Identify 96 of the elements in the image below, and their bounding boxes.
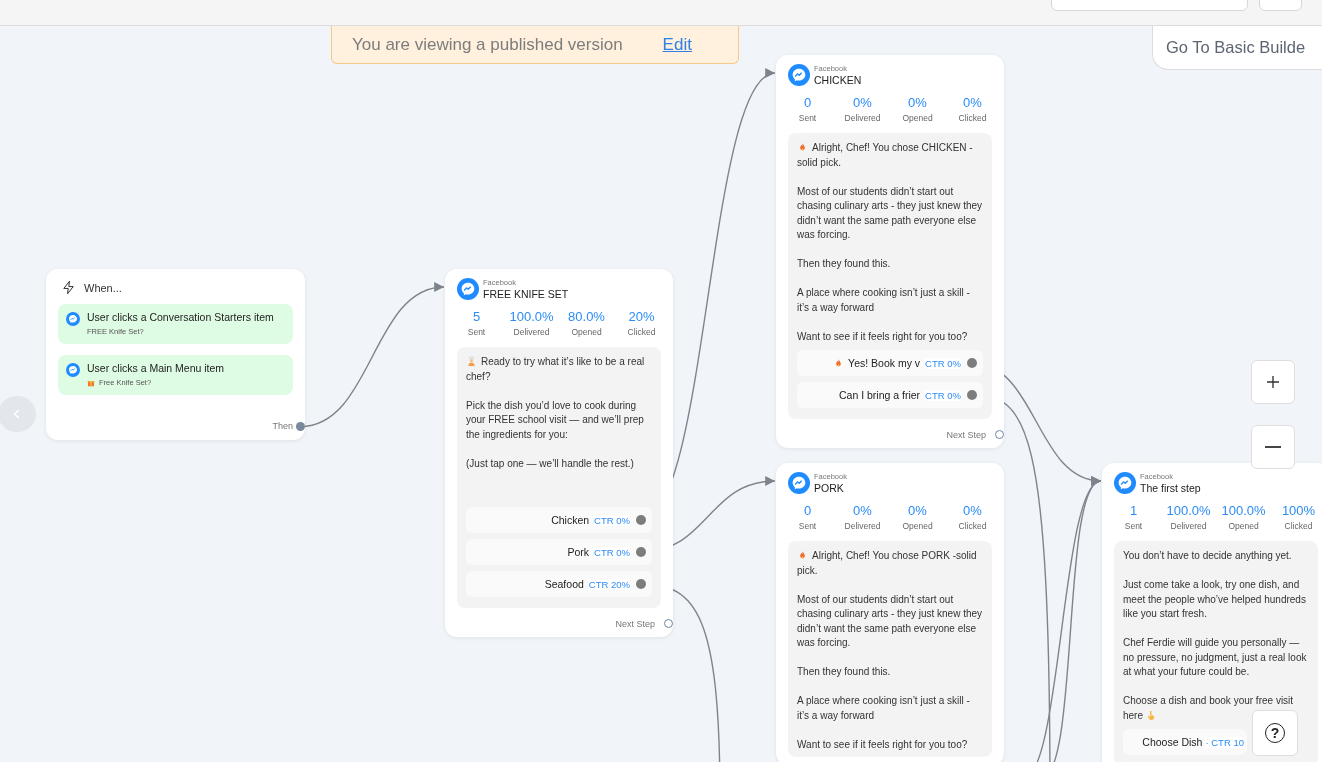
basic-builder-button[interactable]: Go To Basic Builde	[1152, 26, 1322, 70]
stat-value: 5	[471, 309, 482, 324]
output-handle[interactable]	[995, 430, 1004, 439]
output-handle[interactable]	[967, 358, 977, 368]
gift-icon	[87, 379, 95, 387]
messenger-icon	[457, 278, 479, 300]
fire-icon	[797, 550, 808, 561]
output-handle[interactable]	[636, 579, 646, 589]
ctr-label: CTR 0%	[594, 546, 630, 558]
output-handle[interactable]	[636, 547, 646, 557]
cook-icon	[466, 356, 477, 367]
output-handle[interactable]	[664, 619, 673, 628]
stat-value: 0%	[962, 503, 983, 518]
stat-label: Delivered	[512, 327, 551, 337]
help-button[interactable]: ?	[1252, 710, 1298, 756]
stat-label: Opened	[901, 521, 934, 531]
output-handle[interactable]	[296, 422, 305, 431]
stat-label: Clicked	[957, 113, 988, 123]
node-title: CHICKEN	[814, 74, 862, 86]
message-node[interactable]	[445, 269, 673, 637]
stat-value: 100.0%	[1165, 503, 1212, 518]
message-text: Alright, Chef! You chose PORK -solid pick.	[797, 549, 978, 578]
stat-value: 0%	[852, 503, 873, 518]
node-title: PORK	[814, 482, 845, 494]
stat-label: Sent	[1123, 521, 1144, 531]
quick-reply-button[interactable]: Seafood CTR 20%	[466, 571, 652, 597]
quick-reply-button[interactable]: Choose Dish · CTR 10	[1123, 729, 1247, 755]
message-text: Just come take a look, try one dish, and meet the people who’ve helped hundreds like you start fresh.	[1123, 578, 1307, 621]
ctr-label: CTR 0%	[594, 514, 630, 526]
messenger-icon	[66, 363, 80, 377]
message-node[interactable]	[1102, 463, 1322, 762]
message-text: Pick the dish you’d love to cook during your FREE school visit — and we’ll prep the ingredients for you:	[466, 398, 645, 442]
stat-value: 100.0%	[508, 309, 555, 324]
quick-reply-button[interactable]: Chicken CTR 0%	[466, 507, 652, 533]
stat-label: Opened	[901, 113, 934, 123]
minus-icon	[1264, 446, 1282, 448]
message-text: Want to see if it feels right for you too?	[797, 329, 969, 344]
handle-label: Next Step	[946, 429, 986, 440]
messenger-icon	[66, 312, 80, 326]
node-title: When...	[84, 281, 122, 294]
stat-label: Delivered	[843, 113, 882, 123]
stat-label: Clicked	[1283, 521, 1314, 531]
message-text: Then they found this.	[797, 257, 892, 271]
stat-value: 0%	[907, 95, 928, 110]
message-node[interactable]	[776, 55, 1004, 448]
messenger-icon	[1114, 472, 1136, 494]
stat-label: Sent	[797, 521, 818, 531]
output-handle[interactable]	[967, 390, 977, 400]
message-text: Then they found this.	[797, 665, 892, 679]
ctr-label: CTR 0%	[925, 389, 961, 401]
stat-value: 100.0%	[1220, 503, 1267, 518]
quick-reply-button[interactable]: Yes! Book my v CTR 0%	[797, 350, 983, 376]
message-text: (Just tap one — we’ll handle the rest.)	[466, 456, 635, 471]
zoom-in-button[interactable]	[1251, 360, 1295, 404]
message-node[interactable]	[776, 463, 1004, 762]
stat-value: 1	[1128, 503, 1139, 518]
message-text: Alright, Chef! You chose CHICKEN -solid pick.	[797, 141, 974, 170]
edit-link[interactable]: Edit	[662, 34, 692, 55]
message-text: A place where cooking isn’t just a skill - it’s a way forward	[797, 694, 971, 723]
message-text: A place where cooking isn’t just a skill - it’s a way forward	[797, 286, 971, 315]
quick-reply-button[interactable]: Pork CTR 0%	[466, 539, 652, 565]
node-title: The first step	[1140, 482, 1201, 494]
message-text: Most of our students didn’t start out chasing culinary arts - they just knew they didn’t want the same path everyone else was forcing.	[797, 592, 983, 650]
stat-label: Sent	[797, 113, 818, 123]
ctr-label: CTR 20%	[588, 578, 630, 590]
stat-label: Opened	[1227, 521, 1260, 531]
lightning-icon	[61, 280, 76, 295]
stat-value: 0%	[852, 95, 873, 110]
message-text: Chef Ferdie will guide you personally — no pressure, no judgment, just a real look at what your future could be.	[1123, 636, 1308, 679]
fire-icon	[797, 142, 808, 153]
stat-value: 0%	[907, 503, 928, 518]
stat-label: Clicked	[957, 521, 988, 531]
message-text: Ready to try what it’s like to be a real chef?	[466, 355, 646, 384]
handle-label: Then	[272, 421, 293, 431]
stat-label: Opened	[570, 327, 603, 337]
messenger-icon	[788, 64, 810, 86]
message-text: You don’t have to decide anything yet.	[1123, 549, 1293, 563]
message-text: Want to see if it feels right for you too?	[797, 737, 969, 752]
stat-value: 0	[802, 95, 813, 110]
stat-value: 0	[802, 503, 813, 518]
stat-label: Delivered	[843, 521, 882, 531]
message-text: Most of our students didn’t start out chasing culinary arts - they just knew they didn’t want the same path everyone else was forcing.	[797, 184, 983, 242]
handle-label: Next Step	[615, 618, 655, 629]
messenger-icon	[788, 472, 810, 494]
node-title: FREE KNIFE SET	[483, 288, 569, 300]
stat-value: 80.0%	[567, 309, 606, 324]
published-version-notice: You are viewing a published version	[352, 34, 623, 55]
stat-value: 0%	[962, 95, 983, 110]
quick-reply-button[interactable]: Can I bring a frier CTR 0%	[797, 382, 983, 408]
stat-label: Delivered	[1169, 521, 1208, 531]
plus-icon	[1264, 373, 1282, 391]
ctr-label: CTR 0%	[925, 357, 961, 369]
pointing-down-icon	[1146, 709, 1157, 721]
ctr-label: · CTR 10	[1205, 736, 1244, 748]
stat-label: Sent	[466, 327, 487, 337]
stat-value: 100%	[1280, 503, 1317, 518]
